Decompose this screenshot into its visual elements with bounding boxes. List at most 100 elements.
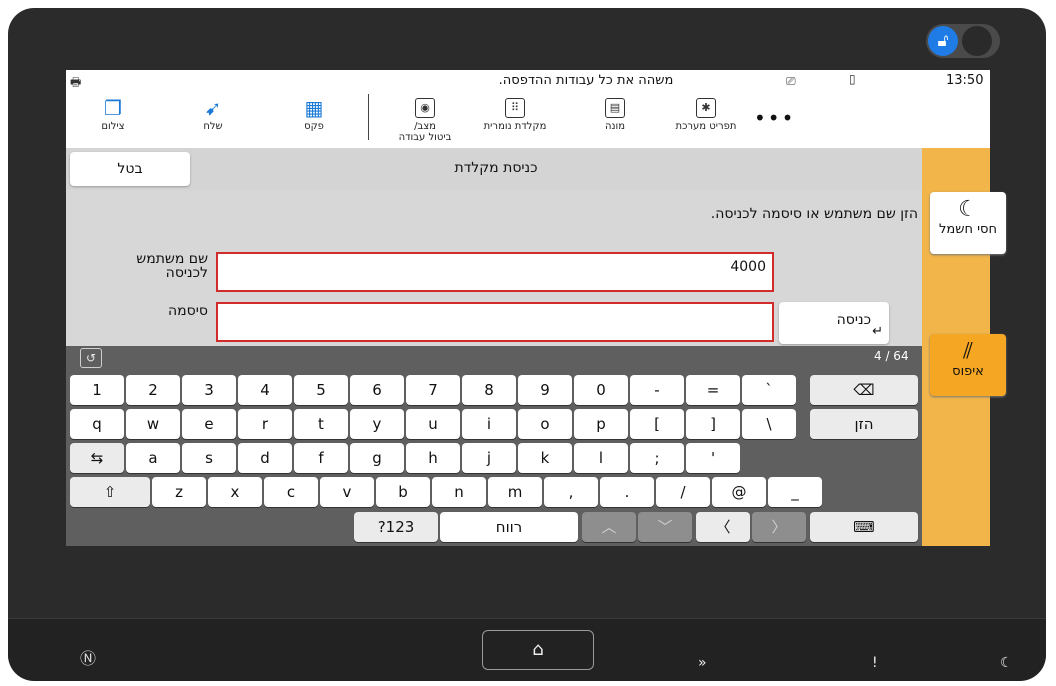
key[interactable]: w <box>126 409 180 439</box>
chevron-down-icon: ﹀ <box>657 518 673 536</box>
key[interactable]: a <box>126 443 180 473</box>
status-message: משהה את כל עבודות ההדפסה. <box>498 73 674 88</box>
undo-icon[interactable]: ↺ <box>80 348 102 368</box>
more-button[interactable]: ••• <box>754 106 795 130</box>
key[interactable]: @ <box>712 477 766 507</box>
key[interactable]: s <box>182 443 236 473</box>
printer-status-icon[interactable]: 🖶︎ <box>70 73 81 94</box>
key[interactable]: 1 <box>70 375 124 405</box>
arrow-down-key[interactable]: ﹀ <box>638 512 692 542</box>
job-status-button[interactable]: ◉ מצב/ ביטול עבודה <box>380 96 470 143</box>
reset-button[interactable]: ⫽ איפוס <box>930 334 1006 396</box>
tab-icon: ⇆ <box>90 449 104 467</box>
key[interactable]: j <box>462 443 516 473</box>
key[interactable]: r <box>238 409 292 439</box>
key[interactable]: - <box>630 375 684 405</box>
counter-button[interactable]: ▤ מונה <box>570 96 660 132</box>
cancel-button[interactable]: בטל <box>70 152 190 186</box>
key[interactable]: x <box>208 477 262 507</box>
key[interactable]: l <box>574 443 628 473</box>
arrow-left-key[interactable]: 〈 <box>696 512 750 542</box>
shift-icon: ⇧ <box>103 483 117 501</box>
key[interactable]: 9 <box>518 375 572 405</box>
key[interactable]: ] <box>686 409 740 439</box>
key[interactable]: 4 <box>238 375 292 405</box>
system-menu-button[interactable]: ✱ תפריט מערכת <box>661 96 751 132</box>
key[interactable]: f <box>294 443 348 473</box>
key[interactable]: d <box>238 443 292 473</box>
key[interactable]: 6 <box>350 375 404 405</box>
keyboard: ↺ 4 / 64 1 2 3 4 5 6 7 8 9 0 - = ` ⌫ q w… <box>66 346 990 546</box>
enter-key[interactable]: הזן <box>810 409 918 439</box>
cast-icon: ⎚ <box>786 74 796 88</box>
key[interactable]: 8 <box>462 375 516 405</box>
arrow-right-key[interactable]: 〉 <box>752 512 806 542</box>
title-row: בטל כניסת מקלדת <box>66 148 990 190</box>
key[interactable]: 2 <box>126 375 180 405</box>
key[interactable]: ' <box>686 443 740 473</box>
lock-toggle[interactable]: 🔓︎ <box>926 24 1000 58</box>
key[interactable]: [ <box>630 409 684 439</box>
symbols-key[interactable]: ?123 <box>354 512 438 542</box>
key[interactable]: i <box>462 409 516 439</box>
key[interactable]: \ <box>742 409 796 439</box>
key[interactable]: . <box>600 477 654 507</box>
send-function[interactable]: ➹ שלח <box>173 98 253 132</box>
key[interactable]: z <box>152 477 206 507</box>
key[interactable]: 0 <box>574 375 628 405</box>
sleep-indicator-icon: ☾ <box>1000 655 1013 671</box>
arrow-up-key[interactable]: ︿ <box>582 512 636 542</box>
key[interactable]: v <box>320 477 374 507</box>
space-key[interactable]: רווח <box>440 512 578 542</box>
fax-function[interactable]: ▦ פקס <box>274 98 354 132</box>
chevron-right-icon: 〉 <box>771 518 787 536</box>
key[interactable]: 3 <box>182 375 236 405</box>
key[interactable]: ; <box>630 443 684 473</box>
hide-keyboard-key[interactable]: ⌨ <box>810 512 918 542</box>
password-field[interactable] <box>216 302 774 342</box>
home-button[interactable]: ⌂ <box>482 630 594 670</box>
key[interactable]: h <box>406 443 460 473</box>
system-menu-icon: ✱ <box>696 98 716 118</box>
key[interactable]: k <box>518 443 572 473</box>
key[interactable]: o <box>518 409 572 439</box>
key[interactable]: _ <box>768 477 822 507</box>
username-field[interactable]: 4000 <box>216 252 774 292</box>
attention-indicator-icon: ! <box>872 655 878 671</box>
username-label: שם משתמש לכניסה <box>136 251 208 281</box>
key[interactable]: 5 <box>294 375 348 405</box>
key[interactable]: t <box>294 409 348 439</box>
key[interactable]: / <box>656 477 710 507</box>
key[interactable]: p <box>574 409 628 439</box>
tab-key[interactable]: ⇆ <box>70 443 124 473</box>
status-row: 🖶︎ משהה את כל עבודות ההדפסה. ⎚ ▯ 13:50 <box>66 70 990 92</box>
key[interactable]: , <box>544 477 598 507</box>
chevron-left-icon: 〈 <box>715 518 731 536</box>
copy-icon: ❐ <box>104 96 122 120</box>
chevron-up-icon: ︿ <box>601 518 617 536</box>
key[interactable]: b <box>376 477 430 507</box>
key[interactable]: q <box>70 409 124 439</box>
key[interactable]: 7 <box>406 375 460 405</box>
key[interactable]: u <box>406 409 460 439</box>
copy-function[interactable]: ❐ צילום <box>73 98 153 132</box>
key[interactable]: e <box>182 409 236 439</box>
moon-icon: ☾ <box>958 197 978 222</box>
backspace-key[interactable]: ⌫ <box>810 375 918 405</box>
numeric-keypad-icon: ⠿ <box>505 98 525 118</box>
key[interactable]: c <box>264 477 318 507</box>
key[interactable]: g <box>350 443 404 473</box>
key[interactable]: m <box>488 477 542 507</box>
key[interactable]: n <box>432 477 486 507</box>
password-label: סיסמה <box>168 303 208 319</box>
username-value: 4000 <box>730 259 766 275</box>
login-button[interactable]: כניסה ↵ <box>779 302 889 344</box>
numeric-keypad-button[interactable]: ⠿ מקלדת נומרית <box>470 96 560 132</box>
key[interactable]: ` <box>742 375 796 405</box>
key[interactable]: y <box>350 409 404 439</box>
shift-key[interactable]: ⇧ <box>70 477 150 507</box>
energy-saver-button[interactable]: ☾ חסי חשמל <box>930 192 1006 254</box>
toggle-knob <box>962 26 992 56</box>
unlock-icon[interactable]: 🔓︎ <box>928 26 958 56</box>
key[interactable]: = <box>686 375 740 405</box>
